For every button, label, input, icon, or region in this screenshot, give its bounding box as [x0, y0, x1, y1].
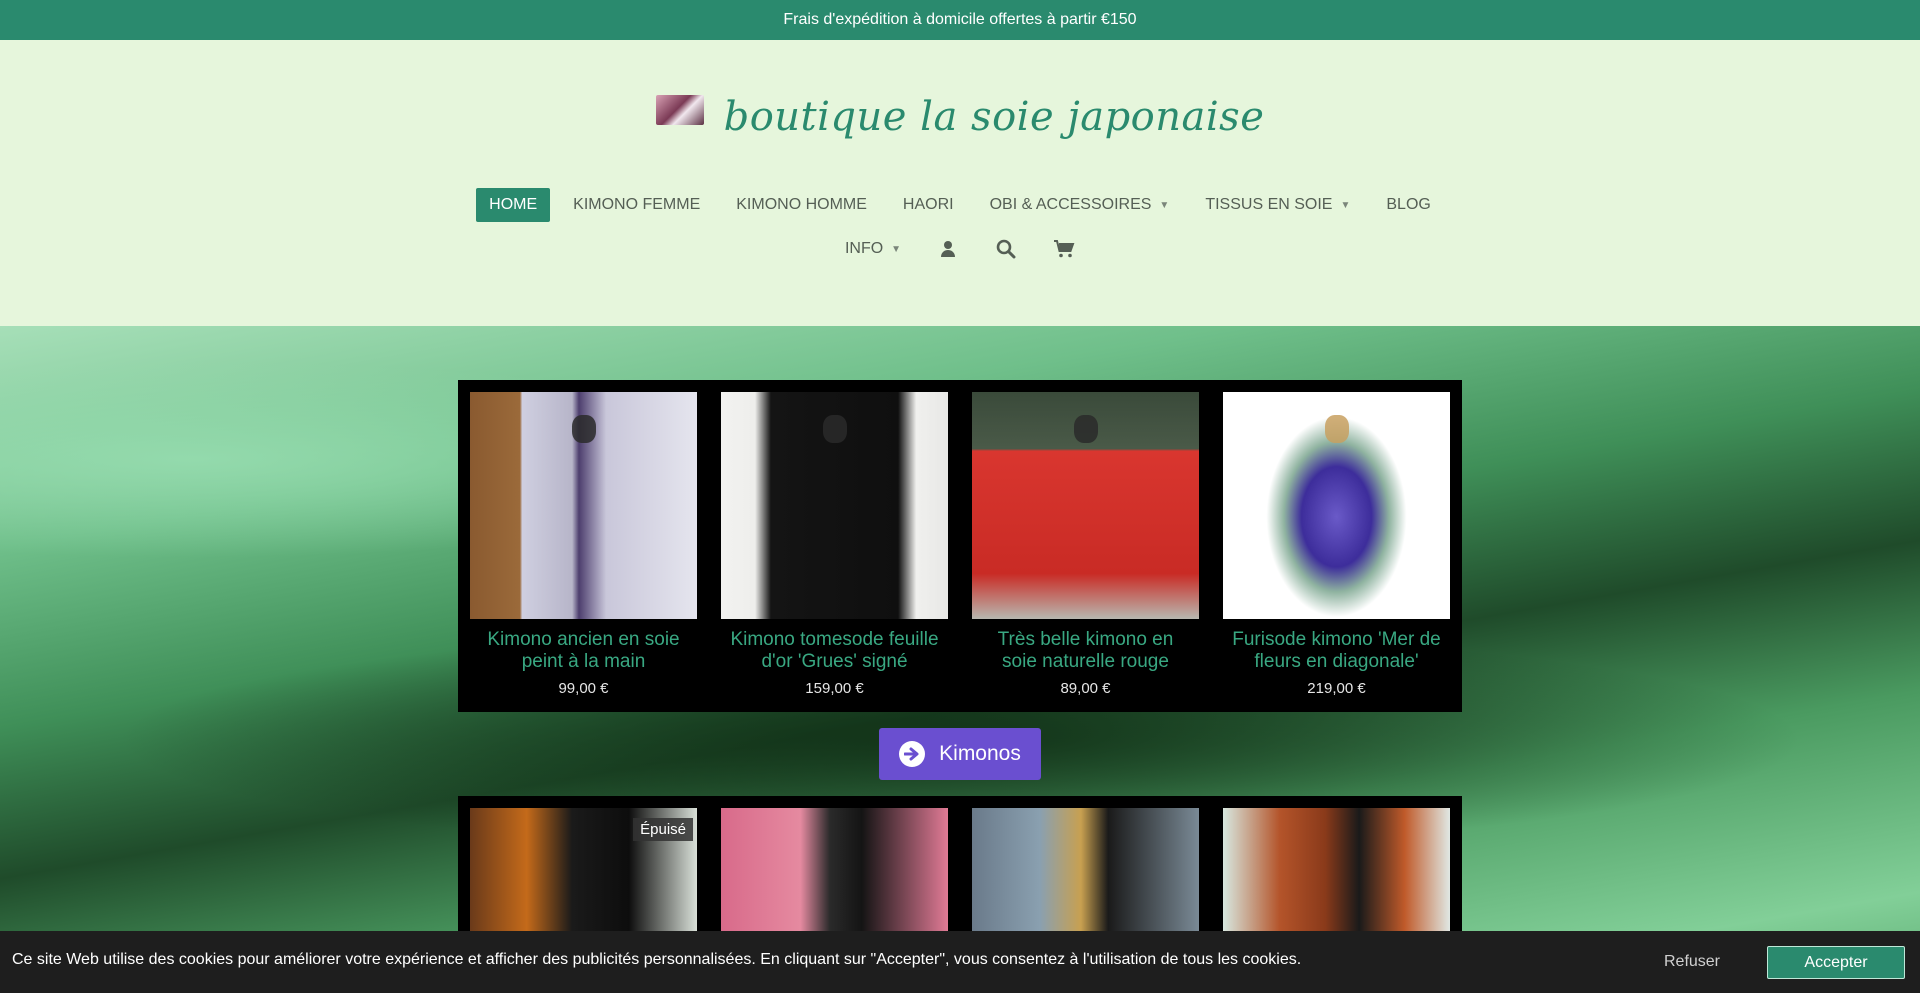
nav-item-label: INFO [844, 240, 884, 257]
brand-name[interactable]: boutique la soie japonaise [724, 94, 1265, 140]
arrow-right-circle-icon [899, 741, 926, 767]
cookie-banner: Ce site Web utilise des cookies pour amé… [0, 931, 1920, 993]
product-image[interactable] [470, 392, 697, 619]
product-title[interactable]: Très belle kimono en soie naturelle roug… [972, 629, 1199, 673]
product-image-detail [1073, 414, 1098, 443]
product-card[interactable]: Furisode kimono 'Mer de fleurs en diagon… [1223, 392, 1450, 697]
chevron-down-icon: ▼ [1340, 199, 1351, 211]
nav-item-label: HAORI [902, 196, 954, 213]
announcement-text: Frais d'expédition à domicile offertes à… [783, 11, 1137, 28]
nav-item-haori[interactable]: HAORI [890, 188, 967, 222]
product-title[interactable]: Furisode kimono 'Mer de fleurs en diagon… [1223, 629, 1450, 673]
product-grid: Kimono ancien en soie peint à la main 99… [458, 380, 1462, 712]
nav-item-tissus-en-soie[interactable]: TISSUS EN SOIE ▼ [1192, 188, 1363, 222]
nav-item-label: OBI & ACCESSOIRES [989, 196, 1152, 213]
nav-item-label: TISSUS EN SOIE [1205, 196, 1333, 213]
product-price: 159,00 € [805, 680, 864, 697]
product-price: 99,00 € [558, 680, 609, 697]
search-icon[interactable] [989, 232, 1023, 266]
cart-icon[interactable] [1047, 232, 1081, 266]
nav-item-label: KIMONO HOMME [736, 196, 867, 213]
product-image-detail [571, 414, 596, 443]
product-card[interactable]: Kimono tomesode feuille d'or 'Grues' sig… [721, 392, 948, 697]
chevron-down-icon: ▼ [891, 243, 902, 255]
sold-out-badge: Épuisé [633, 818, 693, 841]
product-image-detail [822, 414, 847, 443]
announcement-bar: Frais d'expédition à domicile offertes à… [0, 0, 1920, 40]
nav-item-label: HOME [489, 196, 538, 213]
nav-item-label: KIMONO FEMME [573, 196, 701, 213]
accept-cookies-button[interactable]: Accepter [1767, 946, 1905, 979]
product-title[interactable]: Kimono tomesode feuille d'or 'Grues' sig… [721, 629, 948, 673]
nav-item-obi-accessoires[interactable]: OBI & ACCESSOIRES ▼ [977, 188, 1183, 222]
product-price: 219,00 € [1307, 680, 1366, 697]
product-title[interactable]: Kimono ancien en soie peint à la main [470, 629, 697, 673]
product-card[interactable]: Très belle kimono en soie naturelle roug… [972, 392, 1199, 697]
product-image[interactable] [1223, 392, 1450, 619]
nav-item-kimono-femme[interactable]: KIMONO FEMME [560, 188, 713, 222]
product-price: 89,00 € [1060, 680, 1111, 697]
nav-item-kimono-homme[interactable]: KIMONO HOMME [723, 188, 880, 222]
user-icon[interactable] [931, 232, 965, 266]
cookie-text: Ce site Web utilise des cookies pour amé… [12, 951, 1302, 968]
refuse-cookies-button[interactable]: Refuser [1658, 948, 1726, 976]
product-image-detail [1324, 414, 1349, 443]
nav-item-home[interactable]: HOME [476, 188, 551, 222]
chevron-down-icon: ▼ [1159, 199, 1170, 211]
product-card[interactable]: Kimono ancien en soie peint à la main 99… [470, 392, 697, 697]
nav-item-label: BLOG [1386, 196, 1431, 213]
kimonos-button-label: Kimonos [939, 742, 1021, 765]
product-image[interactable] [972, 392, 1199, 619]
product-image[interactable] [721, 392, 948, 619]
site-header: boutique la soie japonaise HOME KIMONO F… [0, 40, 1920, 326]
secondary-nav: INFO ▼ [0, 232, 1920, 266]
nav-item-blog[interactable]: BLOG [1373, 188, 1443, 222]
kimonos-button[interactable]: Kimonos [879, 728, 1041, 780]
brand[interactable]: boutique la soie japonaise [0, 94, 1920, 140]
main-nav: HOME KIMONO FEMME KIMONO HOMME HAORI OBI… [0, 188, 1920, 222]
logo-image[interactable] [655, 95, 704, 125]
nav-item-info[interactable]: INFO ▼ [832, 232, 914, 266]
